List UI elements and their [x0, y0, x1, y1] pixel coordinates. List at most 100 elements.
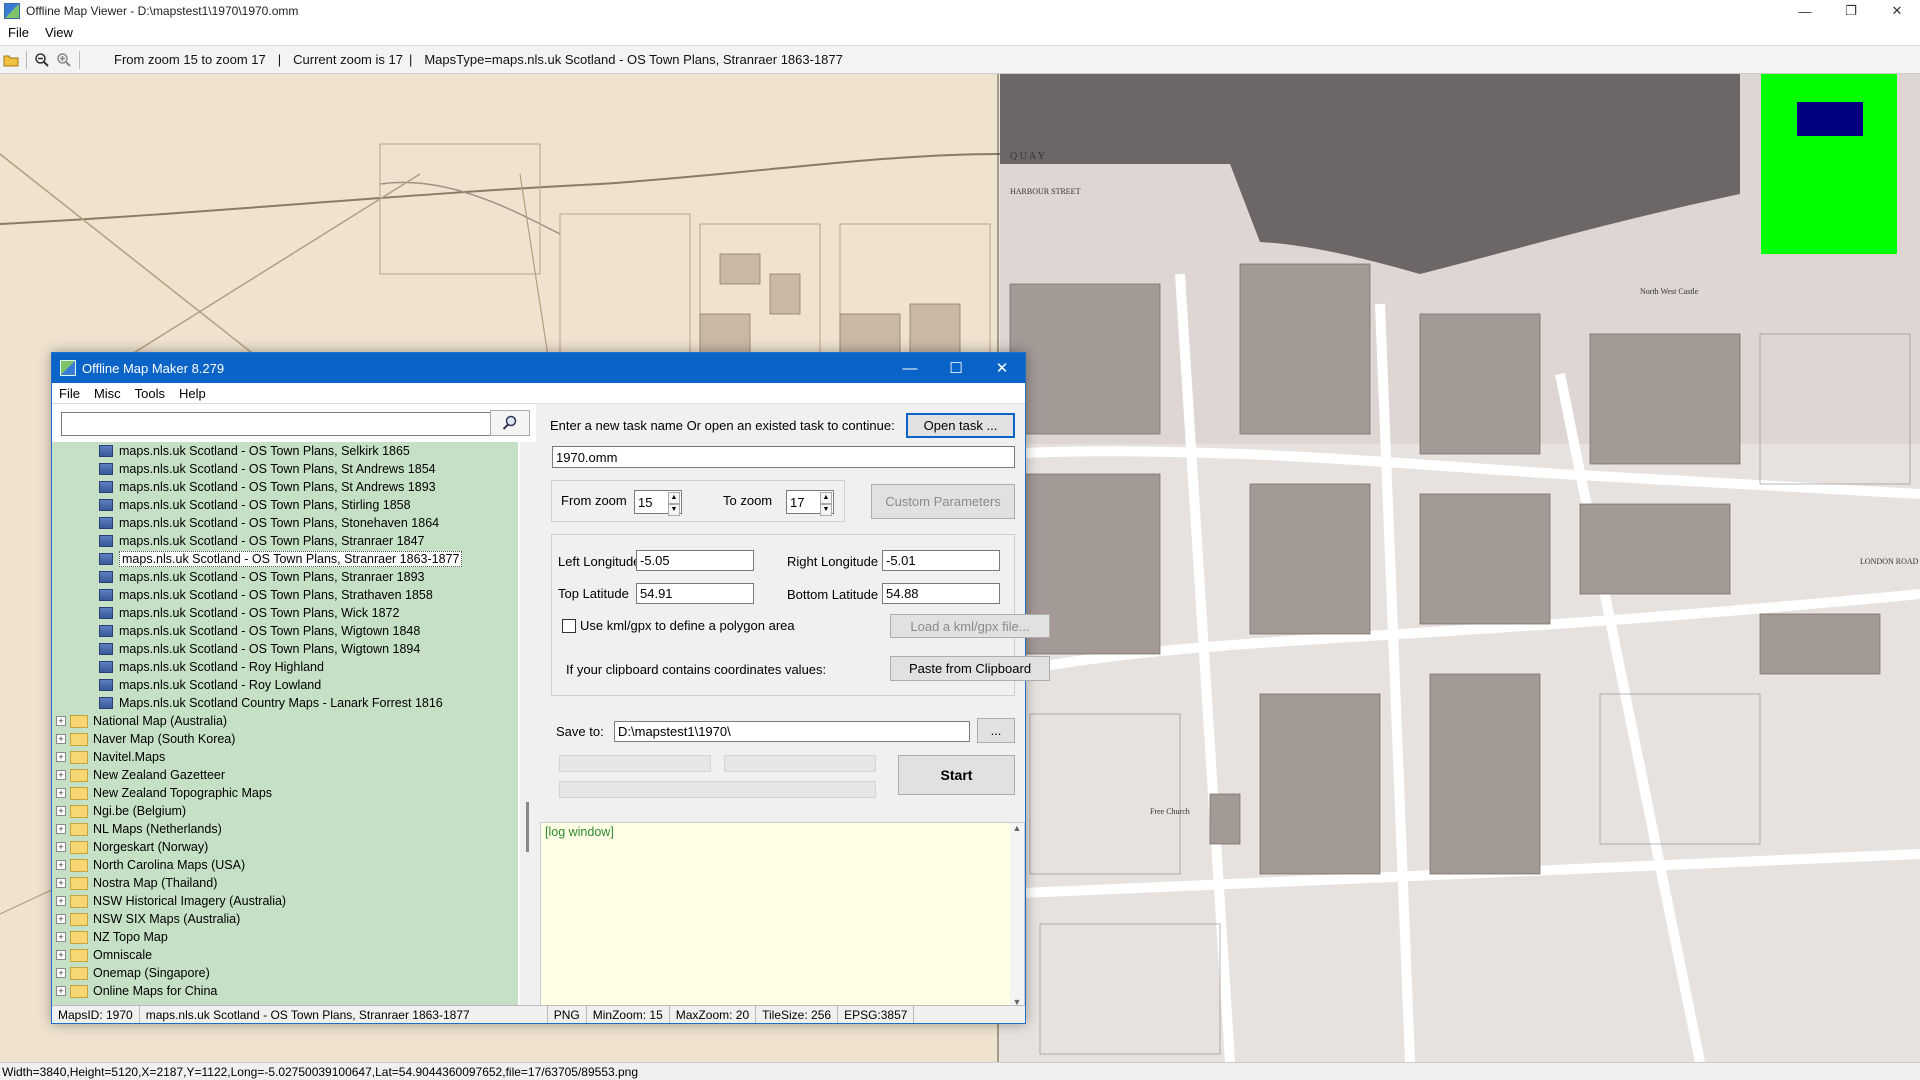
dialog-menu-help[interactable]: Help: [172, 386, 213, 401]
menu-file[interactable]: File: [0, 25, 37, 40]
map-search-button[interactable]: [490, 410, 530, 436]
restore-button[interactable]: ❐: [1828, 0, 1874, 22]
tree-group[interactable]: + Online Maps for China: [52, 982, 518, 1000]
menu-view[interactable]: View: [37, 25, 81, 40]
scroll-up-icon[interactable]: ▲: [1010, 823, 1024, 833]
from-zoom-spinner[interactable]: 15 ▲ ▼: [634, 490, 682, 516]
tree-group[interactable]: + Onemap (Singapore): [52, 964, 518, 982]
tree-item-map[interactable]: maps.nls.uk Scotland - OS Town Plans, St…: [52, 568, 518, 586]
expand-icon[interactable]: +: [56, 914, 66, 924]
tree-group[interactable]: + Ngi.be (Belgium): [52, 802, 518, 820]
spin-up-icon[interactable]: ▲: [668, 492, 680, 504]
status-max-zoom: MaxZoom: 20: [670, 1006, 757, 1023]
spin-down-icon[interactable]: ▼: [668, 504, 680, 516]
browse-folder-button[interactable]: ...: [977, 718, 1015, 743]
kml-polygon-checkbox[interactable]: [562, 619, 576, 633]
tree-item-map[interactable]: maps.nls.uk Scotland - OS Town Plans, St…: [52, 478, 518, 496]
right-longitude-input[interactable]: -5.01: [882, 550, 1000, 571]
close-button[interactable]: ✕: [1874, 0, 1920, 22]
expand-icon[interactable]: +: [56, 770, 66, 780]
expand-icon[interactable]: +: [56, 878, 66, 888]
tree-item-map[interactable]: maps.nls.uk Scotland - OS Town Plans, St…: [52, 460, 518, 478]
zoom-out-button[interactable]: [31, 49, 53, 71]
overview-minimap[interactable]: [1761, 74, 1897, 254]
expand-icon[interactable]: +: [56, 842, 66, 852]
tree-item-map[interactable]: maps.nls.uk Scotland - OS Town Plans, St…: [52, 532, 518, 550]
spin-down-icon[interactable]: ▼: [820, 504, 832, 516]
expand-icon[interactable]: +: [56, 950, 66, 960]
to-zoom-spinner[interactable]: 17 ▲ ▼: [786, 490, 834, 516]
minimap-viewport[interactable]: [1797, 102, 1863, 136]
tree-item-map[interactable]: maps.nls.uk Scotland - OS Town Plans, St…: [52, 550, 518, 568]
tree-scroll-thumb[interactable]: [526, 802, 529, 852]
expand-icon[interactable]: +: [56, 986, 66, 996]
tree-item-map[interactable]: maps.nls.uk Scotland - OS Town Plans, St…: [52, 586, 518, 604]
expand-icon[interactable]: +: [56, 896, 66, 906]
tree-group[interactable]: + New Zealand Gazetteer: [52, 766, 518, 784]
open-folder-button[interactable]: [0, 49, 22, 71]
tree-group[interactable]: + NZ Topo Map: [52, 928, 518, 946]
dialog-close-button[interactable]: ✕: [979, 353, 1025, 383]
folder-icon: [70, 912, 88, 926]
expand-icon[interactable]: +: [56, 968, 66, 978]
log-scrollbar[interactable]: ▲ ▼: [1010, 823, 1024, 1007]
tree-group[interactable]: + NL Maps (Netherlands): [52, 820, 518, 838]
status-epsg: EPSG:3857: [838, 1006, 915, 1023]
custom-parameters-button[interactable]: Custom Parameters: [871, 484, 1015, 519]
folder-icon: [70, 966, 88, 980]
tree-item-map[interactable]: maps.nls.uk Scotland - OS Town Plans, Se…: [52, 442, 518, 460]
expand-icon[interactable]: +: [56, 788, 66, 798]
expand-icon[interactable]: +: [56, 860, 66, 870]
tree-item-map[interactable]: maps.nls.uk Scotland - OS Town Plans, Wi…: [52, 622, 518, 640]
expand-icon[interactable]: +: [56, 806, 66, 816]
dialog-maximize-button[interactable]: ☐: [933, 353, 979, 383]
left-longitude-input[interactable]: -5.05: [636, 550, 754, 571]
top-latitude-input[interactable]: 54.91: [636, 583, 754, 604]
dialog-menu-tools[interactable]: Tools: [128, 386, 172, 401]
tree-item-map[interactable]: maps.nls.uk Scotland - OS Town Plans, Wi…: [52, 604, 518, 622]
tree-item-map[interactable]: Maps.nls.uk Scotland Country Maps - Lana…: [52, 694, 518, 712]
tree-group[interactable]: + NSW SIX Maps (Australia): [52, 910, 518, 928]
tree-item-map[interactable]: maps.nls.uk Scotland - OS Town Plans, St…: [52, 514, 518, 532]
tree-group[interactable]: + Naver Map (South Korea): [52, 730, 518, 748]
tree-group[interactable]: + NSW Historical Imagery (Australia): [52, 892, 518, 910]
load-kml-button[interactable]: Load a kml/gpx file...: [890, 614, 1050, 638]
tree-group[interactable]: + Nostra Map (Thailand): [52, 874, 518, 892]
tree-group[interactable]: + National Map (Australia): [52, 712, 518, 730]
zoom-in-button[interactable]: [53, 49, 75, 71]
minimize-button[interactable]: —: [1782, 0, 1828, 22]
tree-group[interactable]: + North Carolina Maps (USA): [52, 856, 518, 874]
tree-item-map[interactable]: maps.nls.uk Scotland - Roy Highland: [52, 658, 518, 676]
tree-item-map[interactable]: maps.nls.uk Scotland - Roy Lowland: [52, 676, 518, 694]
tree-group[interactable]: + Navitel.Maps: [52, 748, 518, 766]
dialog-minimize-button[interactable]: —: [887, 353, 933, 383]
tree-group[interactable]: + Omniscale: [52, 946, 518, 964]
dialog-menu-misc[interactable]: Misc: [87, 386, 128, 401]
right-longitude-label: Right Longitude: [787, 554, 879, 569]
dialog-menu-file[interactable]: File: [52, 386, 87, 401]
tree-group[interactable]: + New Zealand Topographic Maps: [52, 784, 518, 802]
expand-icon[interactable]: +: [56, 734, 66, 744]
main-titlebar: Offline Map Viewer - D:\mapstest1\1970\1…: [0, 0, 1920, 22]
tree-item-map[interactable]: maps.nls.uk Scotland - OS Town Plans, St…: [52, 496, 518, 514]
tree-item-map[interactable]: maps.nls.uk Scotland - OS Town Plans, Wi…: [52, 640, 518, 658]
tree-group-label: Norgeskart (Norway): [93, 840, 209, 854]
map-source-tree[interactable]: maps.nls.uk Scotland - OS Town Plans, Se…: [52, 442, 518, 1008]
tree-scrollbar[interactable]: [520, 442, 536, 1008]
open-task-button[interactable]: Open task ...: [906, 413, 1015, 438]
map-search-input[interactable]: [61, 412, 492, 436]
bottom-latitude-input[interactable]: 54.88: [882, 583, 1000, 604]
log-window[interactable]: [log window] ▲ ▼: [540, 822, 1025, 1008]
dialog-window-controls: — ☐ ✕: [887, 353, 1025, 383]
paste-clipboard-button[interactable]: Paste from Clipboard: [890, 656, 1050, 681]
tree-group[interactable]: + Norgeskart (Norway): [52, 838, 518, 856]
task-name-input[interactable]: 1970.omm: [552, 446, 1015, 468]
expand-icon[interactable]: +: [56, 932, 66, 942]
start-button[interactable]: Start: [898, 755, 1015, 795]
expand-icon[interactable]: +: [56, 716, 66, 726]
expand-icon[interactable]: +: [56, 824, 66, 834]
folder-icon: [70, 984, 88, 998]
spin-up-icon[interactable]: ▲: [820, 492, 832, 504]
save-to-input[interactable]: D:\mapstest1\1970\: [614, 721, 970, 742]
expand-icon[interactable]: +: [56, 752, 66, 762]
